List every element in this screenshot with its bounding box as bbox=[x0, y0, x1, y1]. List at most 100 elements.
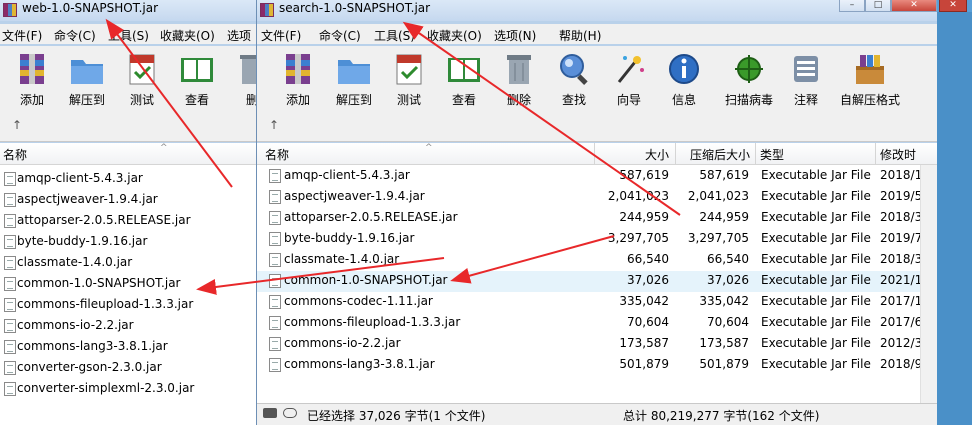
column-divider[interactable] bbox=[755, 143, 756, 165]
file-packed-size: 37,026 bbox=[707, 273, 749, 287]
up-folder-icon[interactable]: ↑ bbox=[12, 118, 22, 132]
left-file-list: 名称 ^ amqp-client-5.4.3.jar aspectjweaver… bbox=[0, 143, 256, 425]
left-window-title: web-1.0-SNAPSHOT.jar bbox=[22, 1, 159, 15]
comment-label: 注释 bbox=[793, 93, 818, 107]
add-button[interactable]: 添加 bbox=[7, 50, 57, 107]
delete-icon bbox=[507, 55, 531, 84]
delete-button[interactable]: 删 bbox=[227, 50, 256, 107]
drive-icon bbox=[263, 408, 277, 418]
file-packed-size: 173,587 bbox=[699, 336, 749, 350]
info-button[interactable]: 信息 bbox=[659, 50, 709, 107]
column-size-header[interactable]: 大小 bbox=[595, 146, 669, 163]
file-type: Executable Jar File bbox=[761, 231, 871, 245]
extract-button[interactable]: 解压到 bbox=[62, 50, 112, 107]
close-button[interactable]: ✕ bbox=[891, 0, 937, 12]
up-folder-icon[interactable]: ↑ bbox=[269, 118, 279, 132]
menu-help[interactable]: 帮助(H) bbox=[559, 27, 601, 44]
file-name: converter-gson-2.3.0.jar bbox=[17, 360, 162, 374]
column-packed-header[interactable]: 压缩后大小 bbox=[676, 146, 750, 163]
menu-options[interactable]: 选项(N) bbox=[494, 27, 536, 44]
list-item[interactable]: converter-gson-2.3.0.jar bbox=[0, 358, 256, 379]
file-modified: 2017/6 bbox=[880, 315, 923, 329]
delete-icon bbox=[240, 55, 256, 84]
file-modified: 2019/5 bbox=[880, 189, 923, 203]
table-row[interactable]: commons-fileupload-1.3.3.jar 70,604 70,604… bbox=[257, 313, 923, 334]
sfx-label: 自解压格式 bbox=[839, 93, 900, 107]
left-title-bar[interactable]: web-1.0-SNAPSHOT.jar bbox=[0, 0, 256, 21]
view-button[interactable]: 查看 bbox=[172, 50, 222, 107]
menu-tools[interactable]: 工具(S) bbox=[108, 27, 149, 44]
table-row[interactable]: attoparser-2.0.5.RELEASE.jar 244,959 244,9… bbox=[257, 208, 923, 229]
table-row[interactable]: byte-buddy-1.9.16.jar 3,297,705 3,297,705 E… bbox=[257, 229, 922, 250]
table-row[interactable]: commons-lang3-3.8.1.jar 501,879 501,879 Exe… bbox=[257, 355, 922, 376]
file-name: common-1.0-SNAPSHOT.jar bbox=[284, 273, 448, 287]
menu-tools[interactable]: 工具(S) bbox=[374, 27, 415, 44]
list-item[interactable]: classmate-1.4.0.jar bbox=[0, 253, 256, 274]
add-button[interactable]: 添加 bbox=[273, 50, 323, 107]
minimize-button[interactable]: – bbox=[839, 0, 865, 12]
file-name: aspectjweaver-1.9.4.jar bbox=[284, 189, 425, 203]
table-row[interactable]: commons-codec-1.11.jar 335,042 335,042 Exec… bbox=[257, 292, 922, 313]
list-item[interactable]: aspectjweaver-1.9.4.jar bbox=[0, 190, 256, 211]
maximize-button[interactable]: □ bbox=[865, 0, 891, 12]
file-modified: 2018/1 bbox=[880, 168, 923, 182]
table-row[interactable]: commons-io-2.2.jar 173,587 173,587 Executab… bbox=[257, 334, 922, 355]
wizard-button[interactable]: 向导 bbox=[604, 50, 654, 107]
virus-scan-button[interactable]: 扫描病毒 bbox=[724, 50, 774, 107]
file-modified: 2021/1 bbox=[880, 273, 923, 287]
file-size: 3,297,705 bbox=[607, 231, 669, 245]
list-item[interactable]: commons-lang3-3.8.1.jar bbox=[0, 337, 256, 358]
menu-favorites[interactable]: 收藏夹(O) bbox=[427, 27, 482, 44]
test-button[interactable]: 测试 bbox=[384, 50, 434, 107]
menu-command[interactable]: 命令(C) bbox=[319, 27, 361, 44]
sfx-button[interactable]: 自解压格式 bbox=[840, 50, 900, 107]
list-item[interactable]: common-1.0-SNAPSHOT.jar bbox=[0, 274, 256, 295]
list-item[interactable]: commons-io-2.2.jar bbox=[0, 316, 256, 337]
file-type: Executable Jar File bbox=[761, 315, 871, 329]
extract-button[interactable]: 解压到 bbox=[329, 50, 379, 107]
file-modified: 2018/3 bbox=[880, 210, 923, 224]
delete-button[interactable]: 删除 bbox=[494, 50, 544, 107]
table-row[interactable]: classmate-1.4.0.jar 66,540 66,540 Executabl… bbox=[257, 250, 922, 271]
file-icon bbox=[269, 190, 281, 204]
menu-file[interactable]: 文件(F) bbox=[2, 27, 42, 44]
column-modified-header[interactable]: 修改时 bbox=[880, 146, 916, 163]
file-name: attoparser-2.0.5.RELEASE.jar bbox=[17, 213, 191, 227]
add-archive-icon bbox=[20, 54, 44, 84]
file-name: aspectjweaver-1.9.4.jar bbox=[17, 192, 158, 206]
file-icon bbox=[4, 256, 16, 270]
right-file-table: 名称 ^ 大小 压缩后大小 类型 修改时 amqp-client-5.4.3.j… bbox=[257, 143, 937, 425]
column-type-header[interactable]: 类型 bbox=[760, 146, 784, 163]
column-name-header[interactable]: 名称 bbox=[265, 146, 289, 163]
right-title-bar[interactable]: search-1.0-SNAPSHOT.jar – □ ✕ bbox=[257, 0, 937, 21]
file-type: Executable Jar File bbox=[761, 294, 871, 308]
list-item[interactable]: amqp-client-5.4.3.jar bbox=[0, 169, 256, 190]
test-button[interactable]: 测试 bbox=[117, 50, 167, 107]
menu-file[interactable]: 文件(F) bbox=[261, 27, 301, 44]
left-toolbar: 添加 解压到 测试 查看 删 ↑ bbox=[0, 46, 256, 142]
menu-command[interactable]: 命令(C) bbox=[54, 27, 96, 44]
file-name: converter-simplexml-2.3.0.jar bbox=[17, 381, 195, 395]
file-name: commons-fileupload-1.3.3.jar bbox=[284, 315, 461, 329]
list-item[interactable]: commons-fileupload-1.3.3.jar bbox=[0, 295, 256, 316]
column-divider[interactable] bbox=[875, 143, 876, 165]
list-item[interactable]: converter-simplexml-2.3.0.jar bbox=[0, 379, 256, 400]
list-item[interactable]: byte-buddy-1.9.16.jar bbox=[0, 232, 256, 253]
menu-options[interactable]: 选项 bbox=[227, 27, 251, 44]
find-button[interactable]: 查找 bbox=[549, 50, 599, 107]
vertical-scrollbar[interactable] bbox=[920, 165, 937, 403]
view-button[interactable]: 查看 bbox=[439, 50, 489, 107]
file-icon bbox=[269, 274, 281, 288]
file-icon bbox=[4, 277, 16, 291]
table-row[interactable]: aspectjweaver-1.9.4.jar 2,041,023 2,041,02… bbox=[257, 187, 923, 208]
view-book-icon bbox=[448, 58, 480, 82]
background-close-button[interactable]: ✕ bbox=[939, 0, 967, 12]
menu-favorites[interactable]: 收藏夹(O) bbox=[160, 27, 215, 44]
file-type: Executable Jar File bbox=[761, 168, 871, 182]
comment-button[interactable]: 注释 bbox=[781, 50, 831, 107]
table-row[interactable]: amqp-client-5.4.3.jar 587,619 587,619 Execu… bbox=[257, 166, 923, 187]
file-type: Executable Jar File bbox=[761, 273, 871, 287]
table-row-selected[interactable]: common-1.0-SNAPSHOT.jar 37,026 37,026 Execu… bbox=[257, 271, 923, 292]
column-name-header[interactable]: 名称 bbox=[3, 146, 27, 163]
list-item[interactable]: attoparser-2.0.5.RELEASE.jar bbox=[0, 211, 256, 232]
